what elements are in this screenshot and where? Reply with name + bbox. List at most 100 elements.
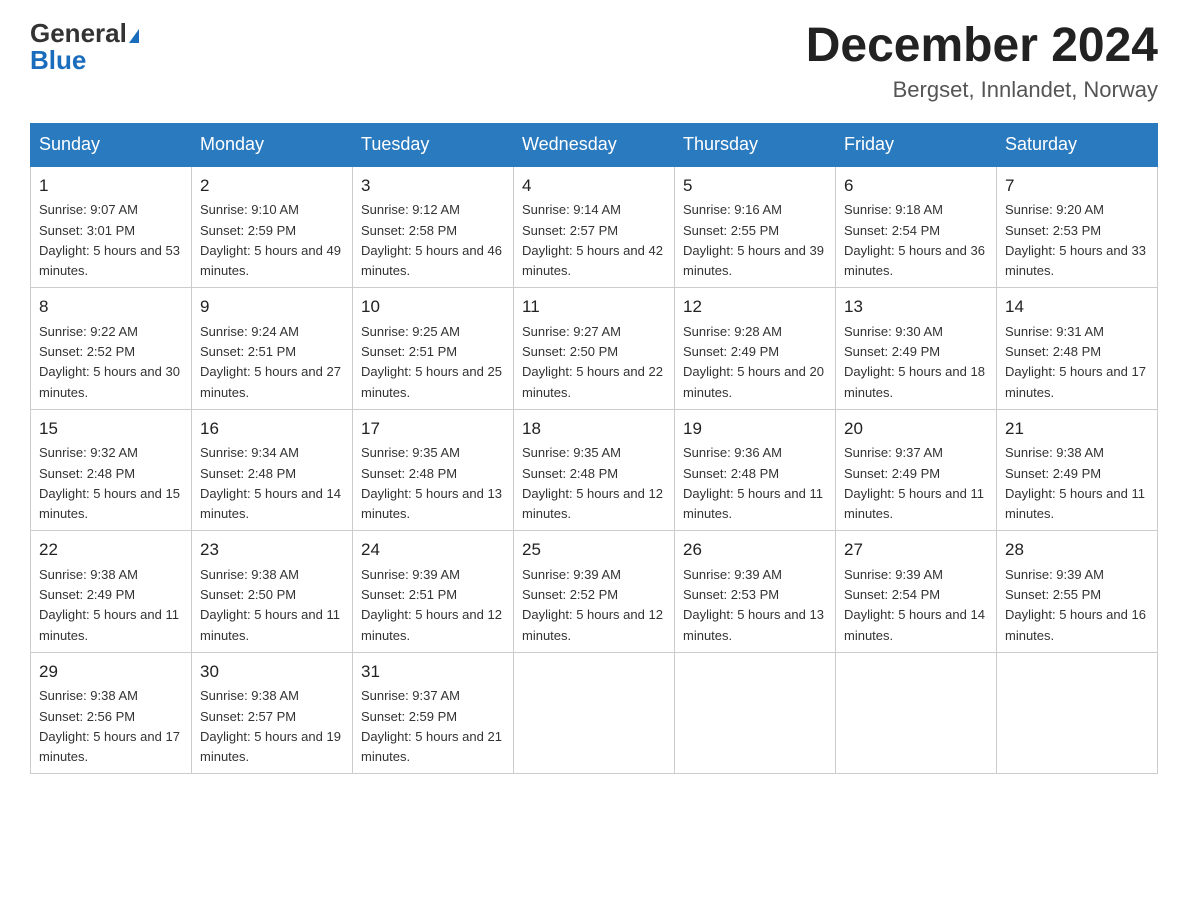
day-number: 15 (39, 416, 183, 442)
day-info: Sunrise: 9:27 AMSunset: 2:50 PMDaylight:… (522, 324, 663, 400)
day-info: Sunrise: 9:25 AMSunset: 2:51 PMDaylight:… (361, 324, 502, 400)
weekday-header-row: SundayMondayTuesdayWednesdayThursdayFrid… (31, 123, 1158, 166)
day-info: Sunrise: 9:14 AMSunset: 2:57 PMDaylight:… (522, 202, 663, 278)
day-info: Sunrise: 9:22 AMSunset: 2:52 PMDaylight:… (39, 324, 180, 400)
calendar-cell: 15Sunrise: 9:32 AMSunset: 2:48 PMDayligh… (31, 409, 192, 531)
day-number: 1 (39, 173, 183, 199)
calendar-cell: 26 Sunrise: 9:39 AMSunset: 2:53 PMDayligh… (675, 531, 836, 653)
weekday-header-sunday: Sunday (31, 123, 192, 166)
calendar-subtitle: Bergset, Innlandet, Norway (806, 77, 1158, 103)
calendar-cell (514, 652, 675, 774)
day-info: Sunrise: 9:37 AMSunset: 2:49 PMDaylight:… (844, 445, 984, 521)
day-number: 29 (39, 659, 183, 685)
day-number: 6 (844, 173, 988, 199)
day-info: Sunrise: 9:38 AMSunset: 2:57 PMDaylight:… (200, 688, 341, 764)
calendar-table: SundayMondayTuesdayWednesdayThursdayFrid… (30, 123, 1158, 775)
day-info: Sunrise: 9:12 AMSunset: 2:58 PMDaylight:… (361, 202, 502, 278)
logo-triangle-icon (129, 29, 139, 43)
calendar-cell: 23Sunrise: 9:38 AMSunset: 2:50 PMDayligh… (192, 531, 353, 653)
day-number: 20 (844, 416, 988, 442)
day-number: 11 (522, 294, 666, 320)
day-info: Sunrise: 9:37 AMSunset: 2:59 PMDaylight:… (361, 688, 502, 764)
weekday-header-tuesday: Tuesday (353, 123, 514, 166)
day-info: Sunrise: 9:36 AMSunset: 2:48 PMDaylight:… (683, 445, 823, 521)
calendar-cell: 3 Sunrise: 9:12 AMSunset: 2:58 PMDaylight… (353, 166, 514, 288)
calendar-cell: 8 Sunrise: 9:22 AMSunset: 2:52 PMDaylight… (31, 288, 192, 410)
day-number: 28 (1005, 537, 1149, 563)
calendar-cell: 16Sunrise: 9:34 AMSunset: 2:48 PMDayligh… (192, 409, 353, 531)
calendar-cell: 7 Sunrise: 9:20 AMSunset: 2:53 PMDaylight… (997, 166, 1158, 288)
day-info: Sunrise: 9:38 AMSunset: 2:56 PMDaylight:… (39, 688, 180, 764)
calendar-week-row: 29 Sunrise: 9:38 AMSunset: 2:56 PMDayligh… (31, 652, 1158, 774)
calendar-cell: 14 Sunrise: 9:31 AMSunset: 2:48 PMDayligh… (997, 288, 1158, 410)
day-info: Sunrise: 9:24 AMSunset: 2:51 PMDaylight:… (200, 324, 341, 400)
calendar-cell: 18Sunrise: 9:35 AMSunset: 2:48 PMDayligh… (514, 409, 675, 531)
calendar-cell: 28 Sunrise: 9:39 AMSunset: 2:55 PMDayligh… (997, 531, 1158, 653)
weekday-header-thursday: Thursday (675, 123, 836, 166)
logo-general-text: General (30, 18, 127, 48)
day-info: Sunrise: 9:39 AMSunset: 2:54 PMDaylight:… (844, 567, 985, 643)
title-area: December 2024 Bergset, Innlandet, Norway (806, 20, 1158, 103)
calendar-cell (836, 652, 997, 774)
page-header: General Blue December 2024 Bergset, Innl… (30, 20, 1158, 103)
logo-blue-text: Blue (30, 45, 86, 75)
day-number: 14 (1005, 294, 1149, 320)
logo: General Blue (30, 20, 139, 74)
calendar-cell: 21 Sunrise: 9:38 AMSunset: 2:49 PMDayligh… (997, 409, 1158, 531)
day-info: Sunrise: 9:39 AMSunset: 2:52 PMDaylight:… (522, 567, 663, 643)
calendar-cell: 5 Sunrise: 9:16 AMSunset: 2:55 PMDaylight… (675, 166, 836, 288)
day-number: 30 (200, 659, 344, 685)
day-number: 26 (683, 537, 827, 563)
day-number: 17 (361, 416, 505, 442)
weekday-header-saturday: Saturday (997, 123, 1158, 166)
calendar-cell: 31 Sunrise: 9:37 AMSunset: 2:59 PMDayligh… (353, 652, 514, 774)
day-number: 13 (844, 294, 988, 320)
calendar-cell: 10Sunrise: 9:25 AMSunset: 2:51 PMDayligh… (353, 288, 514, 410)
day-number: 9 (200, 294, 344, 320)
day-info: Sunrise: 9:35 AMSunset: 2:48 PMDaylight:… (361, 445, 502, 521)
day-number: 2 (200, 173, 344, 199)
day-info: Sunrise: 9:39 AMSunset: 2:51 PMDaylight:… (361, 567, 502, 643)
day-info: Sunrise: 9:18 AMSunset: 2:54 PMDaylight:… (844, 202, 985, 278)
calendar-cell: 25Sunrise: 9:39 AMSunset: 2:52 PMDayligh… (514, 531, 675, 653)
day-info: Sunrise: 9:38 AMSunset: 2:49 PMDaylight:… (1005, 445, 1145, 521)
day-info: Sunrise: 9:38 AMSunset: 2:50 PMDaylight:… (200, 567, 340, 643)
calendar-cell: 9 Sunrise: 9:24 AMSunset: 2:51 PMDaylight… (192, 288, 353, 410)
day-info: Sunrise: 9:38 AMSunset: 2:49 PMDaylight:… (39, 567, 179, 643)
day-info: Sunrise: 9:10 AMSunset: 2:59 PMDaylight:… (200, 202, 341, 278)
calendar-title: December 2024 (806, 20, 1158, 73)
day-number: 16 (200, 416, 344, 442)
day-info: Sunrise: 9:20 AMSunset: 2:53 PMDaylight:… (1005, 202, 1146, 278)
calendar-week-row: 8 Sunrise: 9:22 AMSunset: 2:52 PMDaylight… (31, 288, 1158, 410)
calendar-cell: 4 Sunrise: 9:14 AMSunset: 2:57 PMDaylight… (514, 166, 675, 288)
day-info: Sunrise: 9:31 AMSunset: 2:48 PMDaylight:… (1005, 324, 1146, 400)
day-number: 19 (683, 416, 827, 442)
calendar-cell: 13 Sunrise: 9:30 AMSunset: 2:49 PMDayligh… (836, 288, 997, 410)
day-number: 3 (361, 173, 505, 199)
calendar-week-row: 1Sunrise: 9:07 AMSunset: 3:01 PMDaylight… (31, 166, 1158, 288)
weekday-header-monday: Monday (192, 123, 353, 166)
calendar-cell: 27 Sunrise: 9:39 AMSunset: 2:54 PMDayligh… (836, 531, 997, 653)
calendar-cell (675, 652, 836, 774)
calendar-cell: 2 Sunrise: 9:10 AMSunset: 2:59 PMDaylight… (192, 166, 353, 288)
day-number: 4 (522, 173, 666, 199)
day-number: 31 (361, 659, 505, 685)
day-info: Sunrise: 9:39 AMSunset: 2:53 PMDaylight:… (683, 567, 824, 643)
calendar-cell (997, 652, 1158, 774)
calendar-cell: 12Sunrise: 9:28 AMSunset: 2:49 PMDayligh… (675, 288, 836, 410)
calendar-week-row: 15Sunrise: 9:32 AMSunset: 2:48 PMDayligh… (31, 409, 1158, 531)
calendar-cell: 19 Sunrise: 9:36 AMSunset: 2:48 PMDayligh… (675, 409, 836, 531)
day-info: Sunrise: 9:16 AMSunset: 2:55 PMDaylight:… (683, 202, 824, 278)
day-number: 21 (1005, 416, 1149, 442)
day-info: Sunrise: 9:30 AMSunset: 2:49 PMDaylight:… (844, 324, 985, 400)
day-number: 7 (1005, 173, 1149, 199)
calendar-cell: 22Sunrise: 9:38 AMSunset: 2:49 PMDayligh… (31, 531, 192, 653)
day-number: 8 (39, 294, 183, 320)
day-number: 5 (683, 173, 827, 199)
day-number: 18 (522, 416, 666, 442)
day-number: 12 (683, 294, 827, 320)
day-number: 27 (844, 537, 988, 563)
day-info: Sunrise: 9:39 AMSunset: 2:55 PMDaylight:… (1005, 567, 1146, 643)
day-number: 24 (361, 537, 505, 563)
calendar-cell: 24 Sunrise: 9:39 AMSunset: 2:51 PMDayligh… (353, 531, 514, 653)
